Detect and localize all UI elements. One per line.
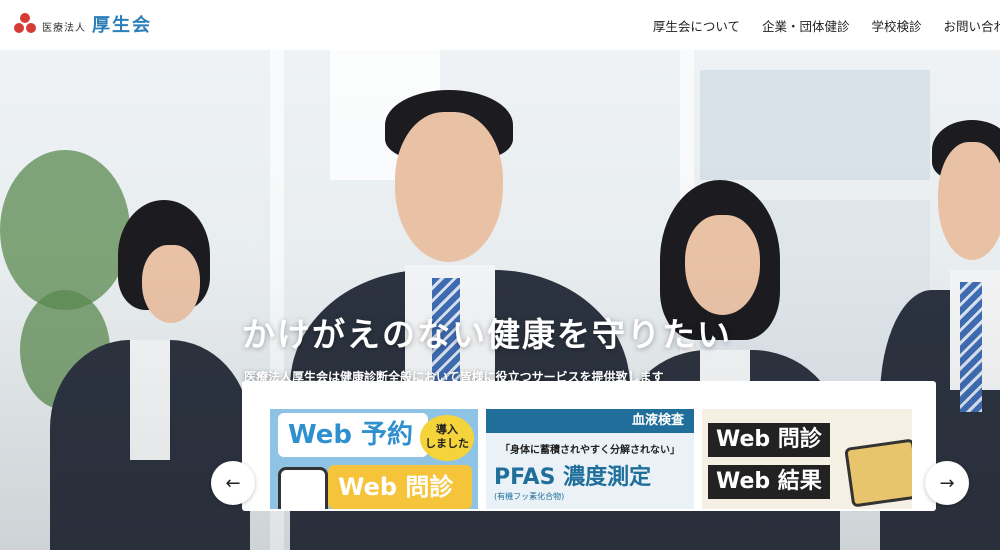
logo-icon <box>14 13 36 35</box>
banner-title: Web 結果 <box>708 465 830 499</box>
nav-item-contact[interactable]: お問い合わ <box>943 16 1000 35</box>
banner-pfas-test[interactable]: 血液検査 「身体に蓄積されやすく分解されない」 PFAS 濃度測定 (有機フッ素… <box>486 409 694 509</box>
new-badge: 導入 しました <box>420 415 474 461</box>
tablet-icon <box>844 438 912 508</box>
site-logo[interactable]: 医療法人 厚生会 <box>14 11 152 37</box>
banner-title: Web 問診 <box>708 423 830 457</box>
main-nav: 厚生会について 企業・団体健診 学校検診 お問い合わ <box>653 0 1000 50</box>
banner-quote: 「身体に蓄積されやすく分解されない」 <box>500 445 680 456</box>
banner-category: 血液検査 <box>486 409 694 433</box>
banner-note: (有機フッ素化合物) <box>494 492 565 501</box>
logo-subtitle: 医療法人 <box>42 22 86 34</box>
banner-title: PFAS 濃度測定 <box>494 465 652 490</box>
nav-item-school-checkup[interactable]: 学校検診 <box>871 16 921 35</box>
site-header: 医療法人 厚生会 厚生会について 企業・団体健診 学校検診 お問い合わ <box>0 0 1000 50</box>
banner-title: Web 問診 <box>328 465 472 509</box>
banner-web-results[interactable]: Web 問診 Web 結果 <box>702 409 912 509</box>
arrow-right-icon: → <box>939 472 955 494</box>
carousel-next-button[interactable]: → <box>925 461 969 505</box>
nav-item-corporate-checkup[interactable]: 企業・団体健診 <box>762 16 850 35</box>
arrow-left-icon: ← <box>225 472 241 494</box>
banner-carousel: Web 予約 導入 しました Web 問診 血液検査 「身体に蓄積されやすく分解さ… <box>242 381 936 511</box>
banner-title: Web 予約 <box>278 413 428 457</box>
hero-catchphrase: かけがえのない健康を守りたい <box>242 315 732 354</box>
carousel-prev-button[interactable]: ← <box>211 461 255 505</box>
banner-web-reservation[interactable]: Web 予約 導入 しました Web 問診 <box>270 409 478 509</box>
logo-title: 厚生会 <box>92 15 152 36</box>
nav-item-about[interactable]: 厚生会について <box>653 16 740 35</box>
phone-icon <box>278 467 328 509</box>
